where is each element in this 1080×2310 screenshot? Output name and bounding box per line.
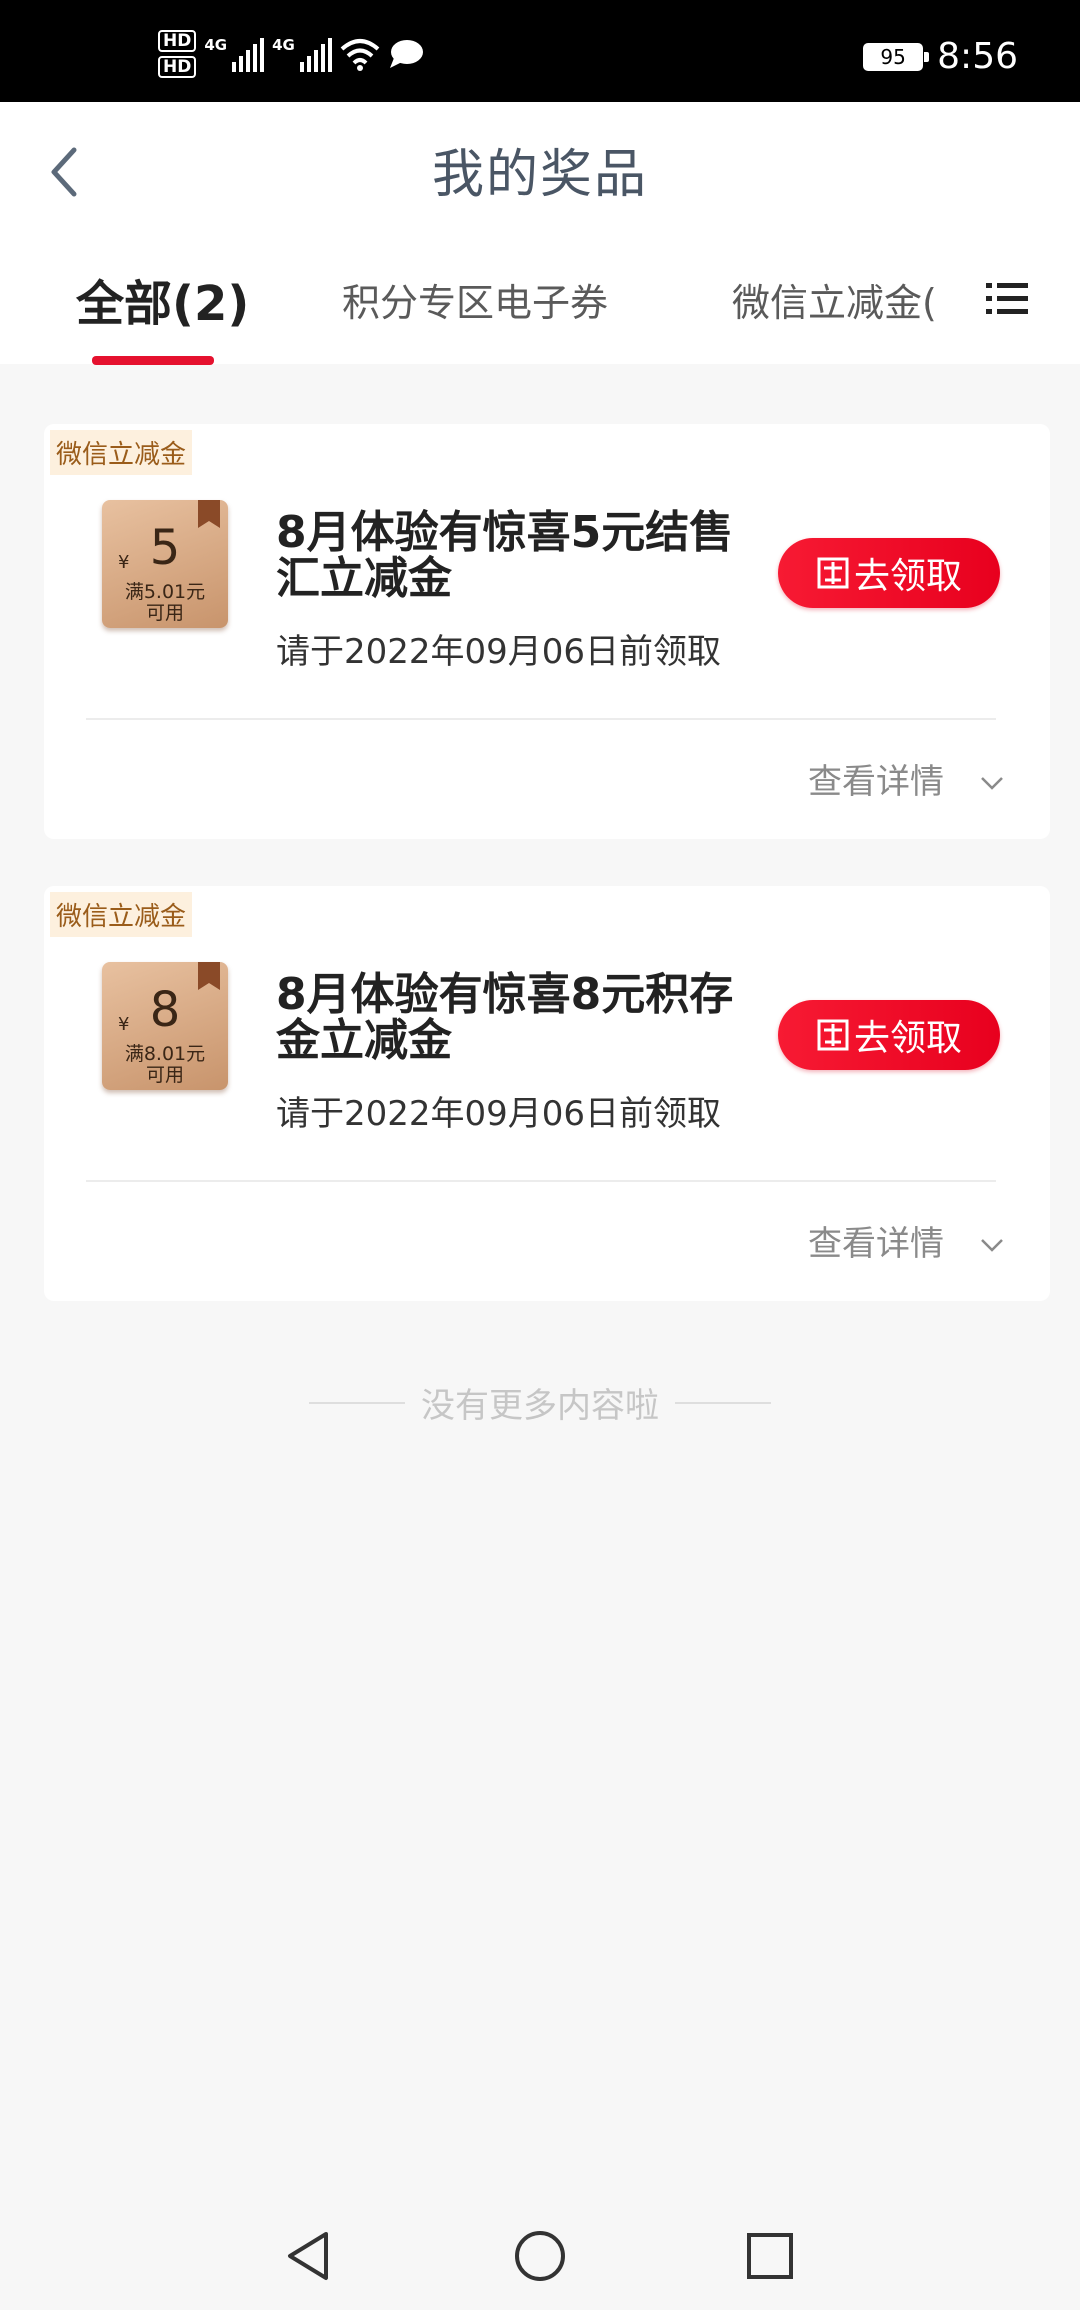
clock: 8:56 — [937, 36, 1018, 77]
status-icons-left: HD HD 4G 4G — [158, 30, 424, 78]
hd2-badge: HD — [158, 56, 197, 78]
nav-home-icon[interactable] — [510, 2226, 570, 2286]
coupon-condition-line2: 可用 — [145, 602, 184, 624]
view-details-link[interactable]: 查看详情 — [808, 1216, 944, 1265]
hd-indicators: HD HD — [158, 30, 197, 78]
prize-card: 微信立减金 ¥ 5 满5.01元 可用 8月体验有惊喜5元结售汇立减金 请于20… — [44, 424, 1050, 839]
coupon-condition-line2: 可用 — [145, 1064, 184, 1086]
page-title: 我的奖品 — [431, 145, 648, 205]
network-type-2: 4G — [272, 36, 295, 54]
end-of-list: 没有更多内容啦 — [0, 1378, 1080, 1427]
claim-icon — [817, 1019, 849, 1051]
prize-deadline: 请于2022年09月06日前领取 — [276, 1094, 722, 1134]
end-line-left — [309, 1401, 405, 1404]
page-header: 我的奖品 全部(2) 积分专区电子券 微信立减金( — [0, 102, 1080, 365]
coupon-condition: 满5.01元 可用 — [102, 582, 228, 624]
coupon-amount: 5 — [149, 520, 181, 576]
end-line-right — [675, 1401, 771, 1404]
end-of-list-text: 没有更多内容啦 — [421, 1386, 659, 1426]
card-tag: 微信立减金 — [50, 892, 193, 937]
battery-icon: 95 — [863, 42, 930, 71]
active-tab-indicator — [92, 356, 214, 365]
tab-all[interactable]: 全部(2) — [76, 264, 249, 334]
coupon-condition: 满8.01元 可用 — [102, 1044, 228, 1086]
system-nav-bar — [0, 2200, 1080, 2310]
claim-button[interactable]: 去领取 — [778, 1000, 1000, 1070]
claim-label: 去领取 — [853, 556, 962, 597]
chevron-down-icon[interactable] — [980, 1238, 1004, 1252]
wifi-icon — [340, 39, 380, 71]
coupon-amount: 8 — [149, 982, 181, 1038]
divider — [86, 718, 996, 720]
claim-icon — [817, 557, 849, 589]
signal-2-icon: 4G — [272, 36, 332, 72]
status-bar: HD HD 4G 4G 95 8:56 — [0, 0, 1080, 102]
hd1-badge: HD — [158, 30, 197, 52]
status-icons-right: 95 8:56 — [863, 36, 1018, 77]
tab-wechat-discount[interactable]: 微信立减金( — [732, 272, 937, 327]
prize-deadline: 请于2022年09月06日前领取 — [276, 632, 722, 672]
prize-title: 8月体验有惊喜8元积存金立减金 — [276, 969, 734, 1066]
tab-points-ecoupons[interactable]: 积分专区电子券 — [342, 272, 608, 327]
tab-bar: 全部(2) 积分专区电子券 微信立减金( — [0, 262, 1080, 362]
coupon-badge: ¥ 8 满8.01元 可用 — [102, 962, 228, 1090]
chevron-down-icon[interactable] — [980, 776, 1004, 790]
prize-title: 8月体验有惊喜5元结售汇立减金 — [276, 507, 734, 604]
coupon-condition-line1: 满5.01元 — [124, 581, 206, 603]
claim-button[interactable]: 去领取 — [778, 538, 1000, 608]
menu-list-icon[interactable] — [986, 278, 1028, 320]
network-type-1: 4G — [204, 36, 228, 54]
coupon-condition-line1: 满8.01元 — [124, 1043, 206, 1065]
prize-card: 微信立减金 ¥ 8 满8.01元 可用 8月体验有惊喜8元积存金立减金 请于20… — [44, 886, 1050, 1301]
card-tag: 微信立减金 — [50, 430, 193, 475]
claim-label: 去领取 — [853, 1018, 962, 1059]
message-icon — [389, 40, 423, 68]
coupon-badge: ¥ 5 满5.01元 可用 — [102, 500, 228, 628]
view-details-link[interactable]: 查看详情 — [808, 754, 944, 803]
divider — [86, 1180, 996, 1182]
signal-1-icon: 4G — [204, 36, 265, 72]
nav-recents-icon[interactable] — [740, 2226, 800, 2286]
nav-back-icon[interactable] — [280, 2226, 340, 2286]
